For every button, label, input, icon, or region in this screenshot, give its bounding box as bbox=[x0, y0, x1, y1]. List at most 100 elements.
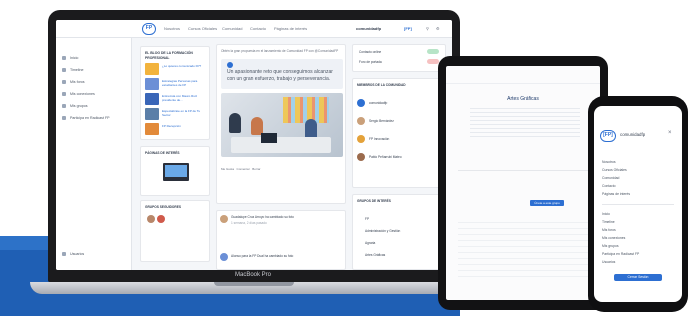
blog-entry-link[interactable]: Estrategias Personas para estudiantes de… bbox=[162, 79, 208, 87]
interest-groups-widget: GRUPOS DE INTERÉS FP Administración y Ge… bbox=[352, 194, 446, 270]
online-link[interactable]: Contacto online bbox=[359, 50, 381, 54]
avatar[interactable] bbox=[357, 153, 365, 161]
online-widget: Contacto online Foro de portada bbox=[352, 44, 446, 72]
gear-icon[interactable]: ⚙ bbox=[436, 26, 440, 31]
laptop-device: FP Nosotros Cursos Oficiales Comunidad C… bbox=[30, 10, 478, 294]
sidebar-item-conexiones[interactable]: Mis conexiones bbox=[62, 92, 95, 97]
phone-menu-item[interactable]: Mis grupos bbox=[602, 244, 619, 248]
blog-entry-link[interactable]: ¿Lo quieres comunicado FP? bbox=[162, 64, 208, 68]
blog-thumbnail[interactable] bbox=[145, 78, 159, 90]
phone-menu-item[interactable]: Contacto bbox=[602, 184, 616, 188]
connections-icon bbox=[62, 92, 66, 97]
divider bbox=[602, 204, 674, 205]
table-surface bbox=[231, 137, 331, 153]
blog-entry-link[interactable]: Especialízate en la FP de Tu Sector bbox=[162, 109, 208, 117]
group-link[interactable]: Agraria bbox=[365, 241, 375, 245]
group-content-list bbox=[458, 222, 588, 282]
avatar[interactable]: [FP] bbox=[404, 26, 412, 31]
featured-image-screen bbox=[165, 165, 187, 177]
search-icon[interactable]: ⚲ bbox=[426, 26, 429, 31]
nav-item-nosotros[interactable]: Nosotros bbox=[164, 26, 180, 31]
activity-feed: Obtén la gran propuesta en el lanzamient… bbox=[216, 44, 346, 270]
laptop-base bbox=[30, 282, 478, 294]
phone-menu-item[interactable]: Mis conexiones bbox=[602, 236, 625, 240]
phone-menu-item[interactable]: Usuarios bbox=[602, 260, 615, 264]
blog-thumbnail[interactable] bbox=[145, 93, 159, 105]
delete-button[interactable]: Borrar bbox=[252, 167, 260, 171]
brand-logo[interactable]: FP bbox=[142, 23, 156, 35]
logout-button[interactable]: Cerrar Sesión bbox=[614, 274, 662, 281]
blog-thumbnail[interactable] bbox=[145, 63, 159, 75]
phone-menu-item[interactable]: Participa en Radicast FP bbox=[602, 252, 639, 256]
microphone-icon bbox=[62, 116, 66, 121]
sidebar-item-label: Mis conexiones bbox=[70, 92, 95, 96]
phone-menu-item[interactable]: Timeline bbox=[602, 220, 615, 224]
blog-thumbnail[interactable] bbox=[145, 123, 159, 135]
feed-post: Obtén la gran propuesta en el lanzamient… bbox=[216, 44, 346, 204]
like-button[interactable]: Me Gusta bbox=[221, 167, 234, 171]
avatar[interactable] bbox=[147, 215, 155, 223]
post-photo[interactable] bbox=[221, 93, 343, 157]
sidebar-item-radicast[interactable]: Participa en Radicast FP bbox=[62, 116, 110, 121]
post-header: Obtén la gran propuesta en el lanzamient… bbox=[221, 49, 339, 53]
members-widget: MIEMBROS DE LA COMUNIDAD comunidadfp Ser… bbox=[352, 78, 446, 188]
blog-thumbnail[interactable] bbox=[145, 108, 159, 120]
member-name[interactable]: Sergio Bernárdez bbox=[369, 119, 394, 123]
join-group-button[interactable]: Únete a este grupo bbox=[530, 200, 564, 206]
sidebar-item-inicio[interactable]: Inicio bbox=[62, 56, 79, 61]
sidebar-item-label: Timeline bbox=[70, 68, 84, 72]
phone-menu-item[interactable]: Mis foros bbox=[602, 228, 616, 232]
member-name[interactable]: Pablo Peñarrubi Mateo bbox=[369, 155, 402, 159]
phone-menu-item[interactable]: Comunidad bbox=[602, 176, 619, 180]
top-navigation-bar: FP Nosotros Cursos Oficiales Comunidad C… bbox=[56, 20, 452, 38]
tablet-screen: Artes Gráficas Únete a este grupo bbox=[446, 66, 600, 300]
groups-widget-title: GRUPOS SEGUIDORES bbox=[145, 205, 181, 209]
nav-item-cursos[interactable]: Cursos Oficiales bbox=[188, 26, 217, 31]
avatar[interactable] bbox=[357, 99, 365, 107]
post-quote-box: Un apasionante reto que conseguimos alca… bbox=[221, 59, 343, 89]
post-quote-text: Un apasionante reto que conseguimos alca… bbox=[227, 69, 333, 82]
group-link[interactable]: Artes Gráficas bbox=[365, 253, 385, 257]
phone-menu-item[interactable]: Cursos Oficiales bbox=[602, 168, 627, 172]
group-link[interactable]: FP bbox=[365, 217, 369, 221]
phone-menu-item[interactable]: Páginas de interés bbox=[602, 192, 630, 196]
toggle[interactable] bbox=[427, 49, 439, 54]
sidebar-item-label: Inicio bbox=[70, 56, 79, 60]
sidebar-item-foros[interactable]: Mis foros bbox=[62, 80, 85, 85]
laptop-model-label: MacBook Pro bbox=[234, 272, 271, 278]
member-name[interactable]: FP Innovación bbox=[369, 137, 389, 141]
avatar[interactable] bbox=[157, 215, 165, 223]
person-figure bbox=[229, 113, 241, 133]
feed-post: Guadalupe Cruz Arroyo ha cambiado su fot… bbox=[216, 210, 346, 270]
nav-item-paginas[interactable]: Páginas de interés bbox=[274, 26, 307, 31]
sidebar-item-usuarios[interactable]: Usuarios bbox=[62, 252, 84, 257]
member-name[interactable]: comunidadfp bbox=[369, 101, 387, 105]
avatar[interactable] bbox=[357, 135, 365, 143]
user-menu[interactable]: comunidadfp bbox=[356, 26, 381, 31]
toggle[interactable] bbox=[427, 59, 439, 64]
tablet-header bbox=[446, 66, 600, 84]
timeline-icon bbox=[62, 68, 66, 73]
sidebar-item-timeline[interactable]: Timeline bbox=[62, 68, 84, 73]
blog-widget: EL BLOG DE LA FORMACIÓN PROFESIONAL ¿Lo … bbox=[140, 46, 210, 140]
tablet-device: Artes Gráficas Únete a este grupo bbox=[438, 56, 608, 310]
sidebar: Inicio Timeline Mis foros Mis conexiones… bbox=[56, 38, 132, 270]
nav-item-comunidad[interactable]: Comunidad bbox=[222, 26, 242, 31]
brand-name: comunidadfp bbox=[620, 132, 646, 137]
avatar[interactable] bbox=[220, 215, 228, 223]
phone-menu-item[interactable]: Nosotros bbox=[602, 160, 616, 164]
phone-menu-item[interactable]: Inicio bbox=[602, 212, 610, 216]
avatar[interactable] bbox=[220, 253, 228, 261]
blog-entry-link[interactable]: Entrevista con Mauro Ruiz presidente de.… bbox=[162, 94, 208, 102]
comment-button[interactable]: Comentar bbox=[237, 167, 250, 171]
close-icon[interactable]: × bbox=[668, 130, 672, 136]
brand-logo[interactable]: [FP] bbox=[600, 130, 616, 142]
laptop-notch bbox=[214, 282, 294, 286]
online-link[interactable]: Foro de portada bbox=[359, 60, 382, 64]
avatar[interactable] bbox=[357, 117, 365, 125]
nav-item-contacto[interactable]: Contacto bbox=[250, 26, 266, 31]
group-link[interactable]: Administración y Gestión bbox=[365, 229, 400, 233]
sidebar-item-grupos[interactable]: Mis grupos bbox=[62, 104, 88, 109]
right-column: Contacto online Foro de portada MIEMBROS… bbox=[352, 44, 446, 270]
blog-entry-link[interactable]: FP Recepción bbox=[162, 124, 208, 128]
